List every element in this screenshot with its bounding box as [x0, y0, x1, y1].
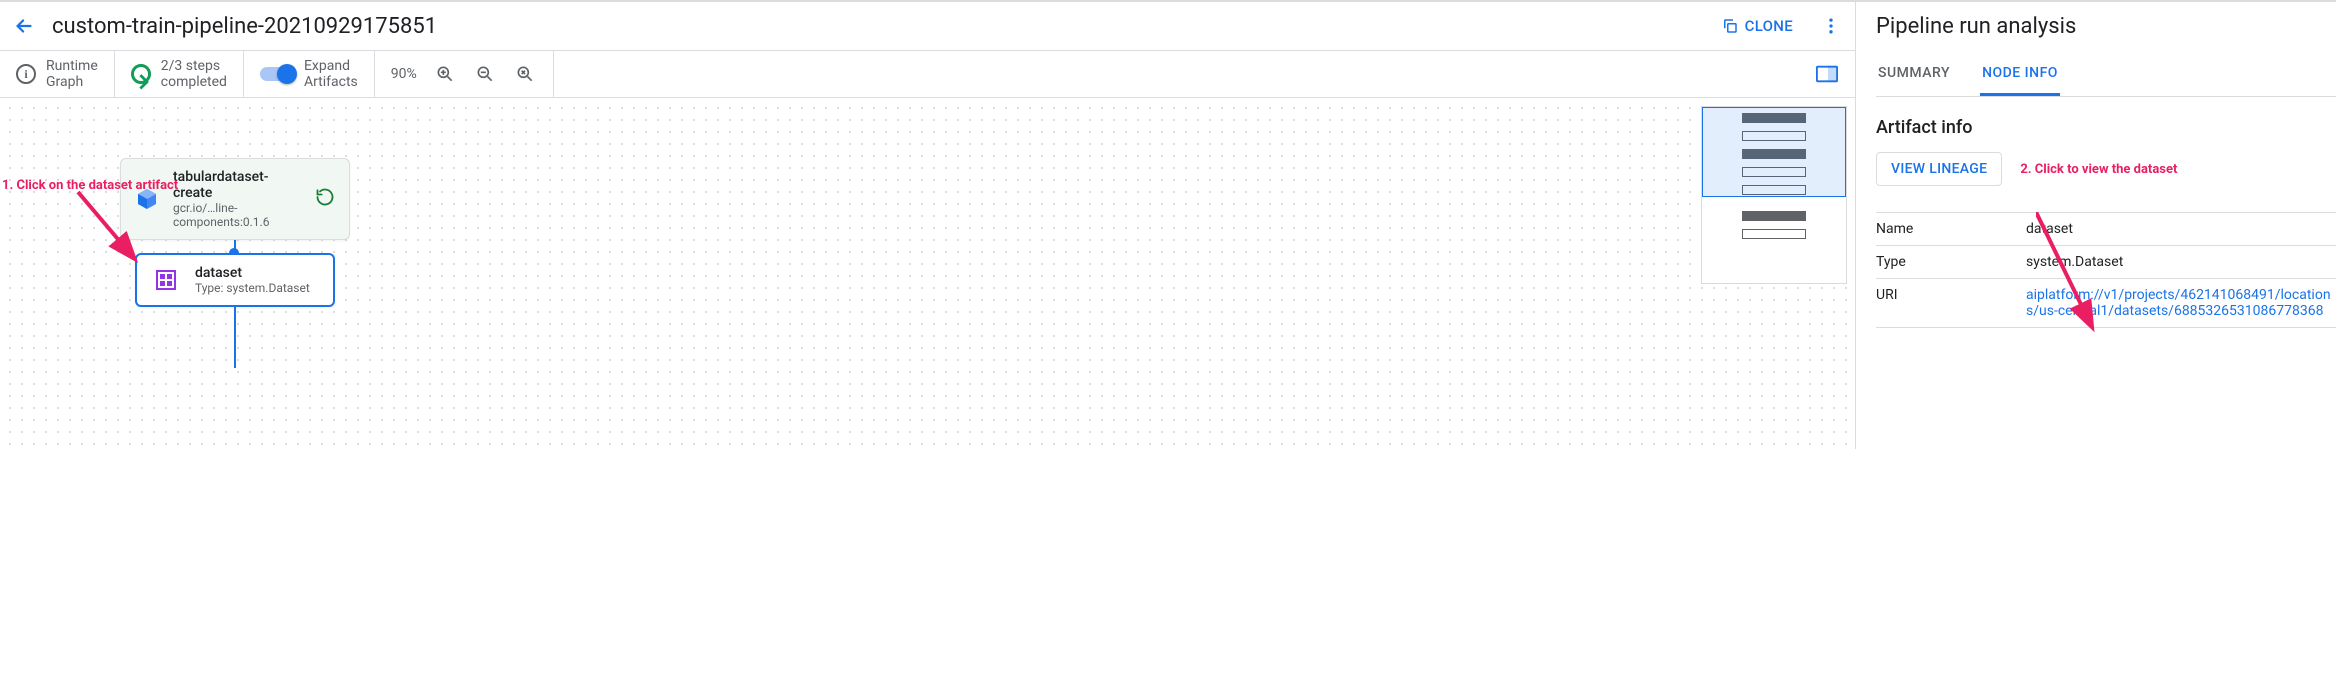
section-title: Artifact info	[1876, 117, 2336, 138]
expand-artifacts-toggle[interactable]: ExpandArtifacts	[244, 51, 375, 97]
node-title: dataset	[195, 265, 310, 281]
clone-button[interactable]: CLONE	[1711, 11, 1803, 41]
minimap-node	[1742, 131, 1806, 141]
panel-tabs: SUMMARY NODE INFO	[1876, 53, 2336, 97]
steps-status: 2/3 stepscompleted	[115, 51, 244, 97]
annotation-text: 1. Click on the dataset artifact	[2, 178, 178, 193]
node-subtitle: gcr.io/…line-components:0.1.6	[173, 201, 301, 229]
zoom-out-icon[interactable]	[473, 62, 497, 86]
clone-label: CLONE	[1745, 17, 1793, 35]
pipeline-node-artifact[interactable]: dataset Type: system.Dataset	[135, 253, 335, 307]
row-key: URI	[1876, 287, 2026, 319]
info-icon: i	[16, 64, 36, 84]
row-key: Type	[1876, 254, 2026, 270]
minimap-node	[1742, 113, 1806, 123]
back-icon[interactable]	[8, 10, 40, 42]
node-title: tabulardataset-create	[173, 169, 301, 201]
runtime-graph-label: RuntimeGraph	[46, 58, 98, 90]
row-key: Name	[1876, 221, 2026, 237]
annotation-arrow-icon	[2036, 212, 2116, 346]
annotation-arrow-icon	[78, 192, 148, 276]
zoom-percent: 90%	[391, 66, 417, 82]
graph-edge	[234, 298, 236, 368]
retry-icon[interactable]	[315, 187, 335, 211]
minimap[interactable]	[1701, 106, 1847, 284]
progress-ring-icon	[131, 64, 151, 84]
more-icon[interactable]	[1815, 10, 1847, 42]
toggle-panel-icon[interactable]	[1815, 62, 1839, 86]
expand-artifacts-label: ExpandArtifacts	[304, 58, 358, 90]
panel-title: Pipeline run analysis	[1876, 6, 2336, 43]
zoom-in-icon[interactable]	[433, 62, 457, 86]
dataset-icon	[151, 265, 181, 295]
page-title: custom-train-pipeline-20210929175851	[52, 14, 437, 39]
minimap-node	[1742, 229, 1806, 239]
zoom-reset-icon[interactable]	[513, 62, 537, 86]
minimap-node	[1742, 149, 1806, 159]
runtime-graph-toggle[interactable]: i RuntimeGraph	[0, 51, 115, 97]
tab-node-info[interactable]: NODE INFO	[1980, 53, 2060, 96]
tab-summary[interactable]: SUMMARY	[1876, 53, 1952, 96]
minimap-node	[1742, 167, 1806, 177]
switch-icon[interactable]	[260, 67, 294, 81]
node-subtitle: Type: system.Dataset	[195, 281, 310, 295]
view-lineage-button[interactable]: VIEW LINEAGE	[1876, 152, 2002, 186]
pipeline-canvas[interactable]: tabulardataset-create gcr.io/…line-compo…	[0, 98, 1855, 449]
pipeline-node-component[interactable]: tabulardataset-create gcr.io/…line-compo…	[120, 158, 350, 240]
minimap-node	[1742, 211, 1806, 221]
minimap-node	[1742, 185, 1806, 195]
annotation-text: 2. Click to view the dataset	[2020, 162, 2177, 177]
steps-label: 2/3 stepscompleted	[161, 58, 227, 90]
